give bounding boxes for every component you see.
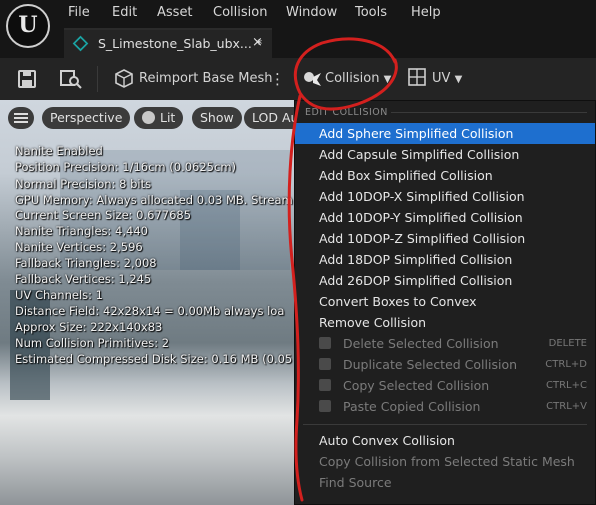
menu-asset[interactable]: Asset xyxy=(157,5,193,20)
menu-item-add-26dop[interactable]: Add 26DOP Simplified Collision xyxy=(295,270,595,291)
menu-collision[interactable]: Collision xyxy=(213,5,267,20)
asset-tab[interactable]: S_Limestone_Slab_ubx... * × xyxy=(64,28,272,58)
menu-item-auto-convex[interactable]: Auto Convex Collision xyxy=(295,430,595,451)
hamburger-icon xyxy=(14,113,28,123)
reimport-icon xyxy=(115,69,133,88)
menu-item-add-10dop-x[interactable]: Add 10DOP-X Simplified Collision xyxy=(295,186,595,207)
collision-dropdown-button[interactable]: Collision ▼ xyxy=(325,71,391,86)
collision-icon xyxy=(304,72,321,86)
reimport-base-mesh-button[interactable]: Reimport Base Mesh xyxy=(139,71,273,86)
divider xyxy=(303,424,587,425)
paste-icon xyxy=(319,400,331,412)
stat-line: UV Channels: 1 xyxy=(15,288,103,302)
lit-button[interactable]: Lit xyxy=(134,107,184,129)
menu-item-paste-copied[interactable]: Paste Copied Collision CTRL+V xyxy=(295,396,595,417)
menu-edit[interactable]: Edit xyxy=(112,5,137,20)
stat-line: Approx Size: 222x140x83 xyxy=(15,320,163,334)
toolbar xyxy=(0,58,596,101)
stat-line: Estimated Compressed Disk Size: 0.16 MB … xyxy=(15,352,293,366)
uv-dropdown-button[interactable]: UV ▼ xyxy=(432,71,462,86)
menu-tools[interactable]: Tools xyxy=(355,5,387,20)
stat-line: GPU Memory: Always allocated 0.03 MB. St… xyxy=(15,193,293,207)
stat-line: Current Screen Size: 0.677685 xyxy=(15,208,192,222)
viewport[interactable]: Perspective Lit Show LOD Au Nanite Enabl… xyxy=(0,100,340,505)
duplicate-icon xyxy=(319,358,331,370)
more-options-icon[interactable]: ⋮ xyxy=(270,70,285,88)
toolbar-separator xyxy=(97,66,98,92)
stat-line: Position Precision: 1/16cm (0.0625cm) xyxy=(15,160,237,174)
static-mesh-icon xyxy=(72,35,89,52)
uv-icon xyxy=(408,68,426,86)
stat-line: Fallback Vertices: 1,245 xyxy=(15,272,152,286)
menu-item-add-box[interactable]: Add Box Simplified Collision xyxy=(295,165,595,186)
perspective-button[interactable]: Perspective xyxy=(42,107,131,129)
collision-dropdown-menu: EDIT COLLISION Add Sphere Simplified Col… xyxy=(294,100,596,505)
menu-item-duplicate-selected[interactable]: Duplicate Selected Collision CTRL+D xyxy=(295,354,595,375)
stat-line: Distance Field: 42x28x14 = 0.00Mb always… xyxy=(15,304,285,318)
unreal-logo-icon[interactable]: U xyxy=(6,4,50,48)
tab-close-icon[interactable]: × xyxy=(252,35,263,50)
stat-line: Nanite Triangles: 4,440 xyxy=(15,224,148,238)
show-button[interactable]: Show xyxy=(192,107,242,129)
stat-line: Fallback Triangles: 2,008 xyxy=(15,256,157,270)
menu-item-find-source[interactable]: Find Source xyxy=(295,472,595,493)
browse-asset-icon[interactable] xyxy=(59,68,83,90)
menu-window[interactable]: Window xyxy=(286,5,337,20)
divider xyxy=(391,112,587,113)
menu-item-delete-selected[interactable]: Delete Selected Collision DELETE xyxy=(295,333,595,354)
stat-line: Nanite Vertices: 2,596 xyxy=(15,240,143,254)
menu-section-header: EDIT COLLISION xyxy=(305,107,388,118)
menu-help[interactable]: Help xyxy=(411,5,441,20)
menu-item-copy-selected[interactable]: Copy Selected Collision CTRL+C xyxy=(295,375,595,396)
menu-file[interactable]: File xyxy=(68,5,90,20)
menu-item-copy-from-selected-mesh[interactable]: Copy Collision from Selected Static Mesh xyxy=(295,451,595,472)
menu-item-add-10dop-z[interactable]: Add 10DOP-Z Simplified Collision xyxy=(295,228,595,249)
stat-line: Num Collision Primitives: 2 xyxy=(15,336,170,350)
stat-line: Nanite Enabled xyxy=(15,144,103,158)
tab-title: S_Limestone_Slab_ubx... * xyxy=(98,36,263,51)
menu-item-convert-boxes[interactable]: Convert Boxes to Convex xyxy=(295,291,595,312)
viewport-menu-button[interactable] xyxy=(8,107,34,129)
chevron-down-icon: ▼ xyxy=(383,74,392,85)
copy-icon xyxy=(319,379,331,391)
stat-line: Normal Precision: 8 bits xyxy=(15,177,152,191)
save-icon[interactable] xyxy=(17,69,37,89)
menu-item-add-18dop[interactable]: Add 18DOP Simplified Collision xyxy=(295,249,595,270)
menu-item-remove-collision[interactable]: Remove Collision xyxy=(295,312,595,333)
menu-item-add-capsule[interactable]: Add Capsule Simplified Collision xyxy=(295,144,595,165)
menu-item-add-10dop-y[interactable]: Add 10DOP-Y Simplified Collision xyxy=(295,207,595,228)
chevron-down-icon: ▼ xyxy=(454,74,463,85)
menu-item-add-sphere[interactable]: Add Sphere Simplified Collision xyxy=(295,123,595,144)
trash-icon xyxy=(319,337,331,349)
lit-sphere-icon xyxy=(142,111,155,124)
